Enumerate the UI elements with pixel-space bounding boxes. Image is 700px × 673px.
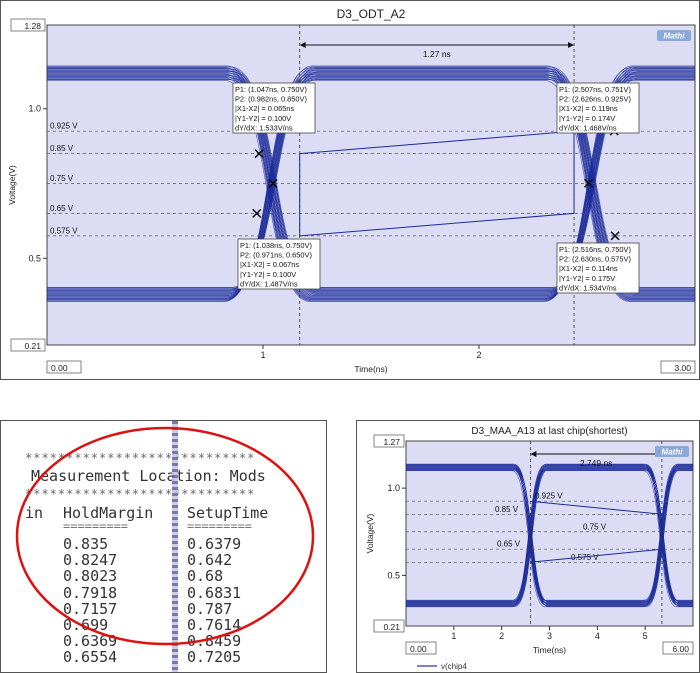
annotation-box: P1: (2.516ns, 0.750V)P2: (2.630ns, 0.575… [556,242,640,294]
x-tick-label: 1 [451,631,456,641]
x-tick-label: 2 [476,350,481,360]
annotation-line: P1: (1.038ns, 0.750V) [240,241,312,250]
level-label: 0.65 V [50,204,74,213]
level-label: 0.85 V [495,505,519,514]
highlight-ellipse [15,426,315,646]
annotation-line: dY/dX: 1.468V/ns [559,123,617,132]
mathi-logo: Mathi [657,30,691,41]
span-label: 1.27 ns [423,49,451,59]
annotation-line: |X1-X2| = 0.114ns [559,264,618,273]
annotation-line: |X1-X2| = 0.067ns [240,260,299,269]
y-range-max: 1.28 [24,21,41,31]
annotation-line: P2: (0.982ns, 0.850V) [235,95,307,104]
eye-diagram-panel-bottom: D3_MAA_A13 at last chip(shortest) 1.27 0.2… [356,420,700,673]
level-label: 0.925 V [535,492,563,501]
eye-diagram-top: D3_ODT_A2 1.28 0.21 0.00 3.00 1.0 0.5 1 2 Time(ns… [7,7,696,374]
annotation-line: dY/dX: 1.534V/ns [559,283,617,292]
y-tick-label: 1.0 [387,483,400,493]
y-tick-label: 0.5 [28,253,41,263]
eye-diagram-panel-top: D3_ODT_A2 1.28 0.21 0.00 3.00 1.0 0.5 1 2 Time(ns… [0,0,700,380]
legend-label: v(chip4 [441,662,467,671]
annotation-line: |X1-X2| = 0.065ns [235,104,294,113]
x-tick-label: 5 [643,631,648,641]
annotation-line: |Y1-Y2| = 0.175V [559,274,615,283]
annotation-box: P1: (2.507ns, 0.751V)P2: (2.626ns, 0.925… [556,82,640,134]
annotation-line: |Y1-Y2| = 0.100V [235,114,291,123]
logo-text: Mathi [664,32,686,41]
measurement-table: **************************** Measurement… [1,421,326,672]
annotation-line: |Y1-Y2| = 0.100V [240,270,296,279]
x-range-min: 0.00 [410,644,427,654]
x-tick-label: 4 [595,631,600,641]
eye-diagram-bottom: D3_MAA_A13 at last chip(shortest) 1.27 0.2… [365,426,694,671]
annotation-line: P2: (0.971ns, 0.650V) [240,251,312,260]
y-tick-label: 0.5 [387,570,400,580]
y-range-min: 0.21 [24,341,41,351]
annotation-line: |Y1-Y2| = 0.174V [559,114,615,123]
x-tick-label: 3 [547,631,552,641]
x-range-min: 0.00 [51,363,68,373]
level-label: 0.75 V [583,522,607,531]
annotation-line: P1: (2.507ns, 0.751V) [559,85,631,94]
annotation-line: P2: (2.626ns, 0.925V) [559,95,631,104]
y-range-max: 1.27 [383,437,400,447]
x-tick-label: 2 [499,631,504,641]
annotation-line: dY/dX: 1.533V/ns [235,123,293,132]
annotation-line: dY/dX: 1.487V/ns [240,279,298,288]
level-label: 0.65 V [497,540,521,549]
level-label: 0.925 V [50,122,78,131]
mathi-logo: Mathi [655,446,689,457]
x-axis-label: Time(ns) [354,364,387,374]
y-tick-label: 1.0 [28,104,41,114]
annotation-line: P1: (1.047ns, 0.750V) [235,85,307,94]
annotation-box: P1: (1.038ns, 0.750V)P2: (0.971ns, 0.650… [237,238,321,290]
y-range-min: 0.21 [383,622,400,632]
annotation-line: |X1-X2| = 0.119ns [559,104,618,113]
level-label: 0.75 V [50,174,74,183]
x-range-max: 6.00 [672,644,689,654]
level-label: 0.575 V [50,226,78,235]
highlight-ellipse-layer [15,426,315,646]
y-range-labels: 1.27 0.21 [373,434,405,633]
chart-title: D3_ODT_A2 [337,7,406,21]
measurement-table-panel: **************************** Measurement… [0,420,327,673]
annotation-box: P1: (1.047ns, 0.750V)P2: (0.982ns, 0.850… [232,82,316,134]
annotation-line: P1: (2.516ns, 0.750V) [559,245,631,254]
x-axis-label: Time(ns) [533,645,566,655]
y-axis-label: Voltage(V) [7,165,17,205]
chart-title: D3_MAA_A13 at last chip(shortest) [471,426,627,437]
chart-legend: v(chip4 [417,662,467,671]
x-tick-label: 1 [260,350,265,360]
level-label: 0.85 V [50,144,74,153]
y-axis-label: Voltage(V) [365,513,375,553]
x-range-max: 3.00 [674,363,691,373]
annotation-line: P2: (2.630ns, 0.575V) [559,255,631,264]
logo-text: Mathi [662,448,684,457]
span-label: 2.749 ns [580,458,613,468]
